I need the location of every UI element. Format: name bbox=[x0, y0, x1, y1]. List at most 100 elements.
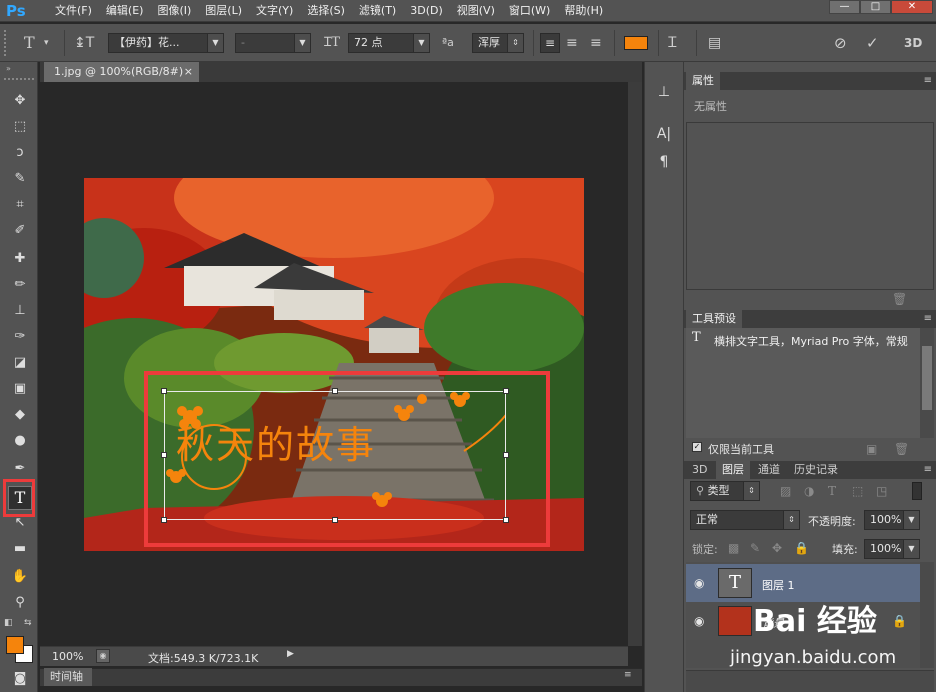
lasso-tool-icon[interactable]: ↄ bbox=[9, 142, 31, 164]
trash-icon[interactable]: 🗑 bbox=[894, 442, 909, 456]
timeline-menu-icon[interactable]: ≡ bbox=[624, 670, 632, 680]
tab-channels[interactable]: 通道 bbox=[752, 461, 786, 479]
blend-mode-dropdown[interactable]: 正常 ⇕ bbox=[690, 510, 800, 530]
visibility-eye-icon[interactable]: ◉ bbox=[694, 576, 704, 590]
font-size-dropdown[interactable]: 72 点 ▼ bbox=[348, 33, 430, 53]
filter-smart-object-icon[interactable]: ◳ bbox=[876, 484, 887, 498]
character-panel-icon[interactable]: A| bbox=[652, 126, 676, 148]
align-left-icon[interactable]: ≡ bbox=[540, 33, 560, 53]
marquee-tool-icon[interactable]: ⬚ bbox=[9, 116, 31, 138]
document-tab[interactable]: 1.jpg @ 100%(RGB/8#) × bbox=[44, 62, 199, 82]
crop-tool-icon[interactable]: ⌗ bbox=[9, 194, 31, 216]
maximize-button[interactable]: □ bbox=[860, 0, 891, 14]
anti-alias-dropdown[interactable]: 浑厚 ⇕ bbox=[472, 33, 524, 53]
path-select-tool-icon[interactable]: ↖ bbox=[9, 512, 31, 534]
lock-all-icon[interactable]: 🔒 bbox=[794, 541, 809, 555]
history-brush-tool-icon[interactable]: ✑ bbox=[9, 326, 31, 348]
options-grip[interactable] bbox=[4, 30, 10, 56]
panel-menu-icon[interactable]: ≡ bbox=[924, 461, 932, 479]
align-right-icon[interactable]: ≡ bbox=[590, 24, 602, 62]
presets-scroll-thumb[interactable] bbox=[922, 346, 932, 410]
menu-layer[interactable]: 图层(L) bbox=[198, 0, 249, 22]
swap-colors-icon[interactable]: ⇆ bbox=[24, 618, 32, 628]
filter-shape-icon[interactable]: ⬚ bbox=[852, 484, 863, 498]
gradient-tool-icon[interactable]: ▣ bbox=[9, 378, 31, 400]
clone-stamp-tool-icon[interactable]: ⊥ bbox=[9, 300, 31, 322]
menu-edit[interactable]: 编辑(E) bbox=[99, 0, 151, 22]
tab-properties[interactable]: 属性 bbox=[686, 72, 720, 90]
filter-type-icon[interactable]: T bbox=[828, 484, 836, 498]
tab-tool-presets[interactable]: 工具预设 bbox=[686, 310, 742, 328]
paragraph-panel-icon[interactable]: ¶ bbox=[652, 154, 676, 176]
foreground-color-swatch[interactable] bbox=[6, 636, 24, 654]
text-color-swatch[interactable] bbox=[624, 36, 648, 50]
opacity-input[interactable]: 100% ▼ bbox=[864, 510, 920, 530]
timeline-tab[interactable]: 时间轴 bbox=[44, 668, 92, 686]
layers-scrollbar[interactable] bbox=[920, 562, 934, 668]
filter-toggle-switch[interactable] bbox=[912, 482, 922, 500]
menu-view[interactable]: 视图(V) bbox=[450, 0, 502, 22]
tool-presets-panel-icon[interactable]: ⊥ bbox=[652, 84, 676, 106]
font-family-dropdown[interactable]: 【伊药】花... ▼ bbox=[108, 33, 224, 53]
menu-type[interactable]: 文字(Y) bbox=[249, 0, 300, 22]
visibility-eye-icon[interactable]: ◉ bbox=[694, 614, 704, 628]
preset-dropdown-arrow-icon[interactable]: ▾ bbox=[44, 24, 49, 62]
menu-help[interactable]: 帮助(H) bbox=[557, 0, 610, 22]
minimize-button[interactable]: — bbox=[829, 0, 860, 14]
eyedropper-tool-icon[interactable]: ✐ bbox=[9, 220, 31, 242]
toggle-orientation-icon[interactable]: ↨T bbox=[74, 24, 94, 62]
hand-tool-icon[interactable]: ✋ bbox=[9, 566, 31, 588]
current-tool-only-checkbox[interactable]: ✓ bbox=[692, 442, 702, 452]
move-tool-icon[interactable]: ✥ bbox=[9, 90, 31, 112]
panel-menu-icon[interactable]: ≡ bbox=[924, 310, 932, 328]
quick-mask-icon[interactable]: ◙ bbox=[9, 668, 31, 690]
dodge-tool-icon[interactable]: ● bbox=[9, 430, 31, 452]
cancel-icon[interactable]: ⊘ bbox=[834, 24, 847, 62]
zoom-level[interactable]: 100% bbox=[52, 650, 83, 663]
blur-tool-icon[interactable]: ◆ bbox=[9, 404, 31, 426]
menu-file[interactable]: 文件(F) bbox=[48, 0, 99, 22]
lock-position-icon[interactable]: ✥ bbox=[772, 541, 782, 555]
healing-brush-tool-icon[interactable]: ✚ bbox=[9, 248, 31, 270]
lock-pixels-icon[interactable]: ✎ bbox=[750, 541, 760, 555]
panel-menu-icon[interactable]: ≡ bbox=[924, 72, 932, 90]
align-center-icon[interactable]: ≡ bbox=[566, 24, 578, 62]
fill-input[interactable]: 100% ▼ bbox=[864, 539, 920, 559]
font-style-dropdown[interactable]: - ▼ bbox=[235, 33, 311, 53]
trash-icon[interactable]: 🗑 bbox=[892, 292, 907, 306]
warp-text-icon[interactable]: Ꮖ bbox=[668, 24, 677, 62]
vertical-scrollbar[interactable] bbox=[628, 82, 642, 646]
filter-pixel-icon[interactable]: ▨ bbox=[780, 484, 791, 498]
menu-3d[interactable]: 3D(D) bbox=[403, 0, 450, 22]
rectangle-tool-icon[interactable]: ▬ bbox=[9, 538, 31, 560]
zoom-tool-icon[interactable]: ⚲ bbox=[9, 592, 31, 614]
layer-name[interactable]: 图层 1 bbox=[762, 577, 795, 593]
menu-filter[interactable]: 滤镜(T) bbox=[352, 0, 403, 22]
status-menu-arrow-icon[interactable]: ▶ bbox=[287, 649, 294, 659]
menu-select[interactable]: 选择(S) bbox=[300, 0, 352, 22]
tool-preset-text-icon[interactable]: T bbox=[24, 24, 35, 62]
menu-window[interactable]: 窗口(W) bbox=[502, 0, 557, 22]
tab-layers[interactable]: 图层 bbox=[716, 461, 750, 479]
toolbox-grip[interactable] bbox=[4, 78, 34, 82]
brush-tool-icon[interactable]: ✏ bbox=[9, 274, 31, 296]
commit-check-icon[interactable]: ✓ bbox=[866, 24, 879, 62]
filter-adjustment-icon[interactable]: ◑ bbox=[804, 484, 814, 498]
status-options-icon[interactable]: ◉ bbox=[96, 649, 110, 663]
pen-tool-icon[interactable]: ✒ bbox=[9, 458, 31, 480]
quick-select-tool-icon[interactable]: ✎ bbox=[9, 168, 31, 190]
3d-icon[interactable]: 3D bbox=[904, 24, 922, 62]
character-panel-icon[interactable]: ▤ bbox=[708, 24, 721, 62]
close-window-button[interactable]: ✕ bbox=[891, 0, 933, 14]
tab-3d[interactable]: 3D bbox=[686, 461, 713, 479]
tab-history[interactable]: 历史记录 bbox=[788, 461, 844, 479]
toolbox-collapse-icon[interactable]: » bbox=[6, 64, 11, 73]
lock-transparent-icon[interactable]: ▩ bbox=[728, 541, 739, 555]
default-colors-icon[interactable]: ◧ bbox=[4, 618, 13, 628]
tool-preset-item[interactable]: 横排文字工具，Myriad Pro 字体，常规 bbox=[714, 333, 920, 349]
layer-filter-dropdown[interactable]: ⚲ 类型 ⇕ bbox=[690, 481, 760, 501]
eraser-tool-icon[interactable]: ◪ bbox=[9, 352, 31, 374]
new-preset-icon[interactable]: ▣ bbox=[866, 442, 877, 456]
close-tab-icon[interactable]: × bbox=[184, 62, 193, 82]
menu-image[interactable]: 图像(I) bbox=[150, 0, 198, 22]
